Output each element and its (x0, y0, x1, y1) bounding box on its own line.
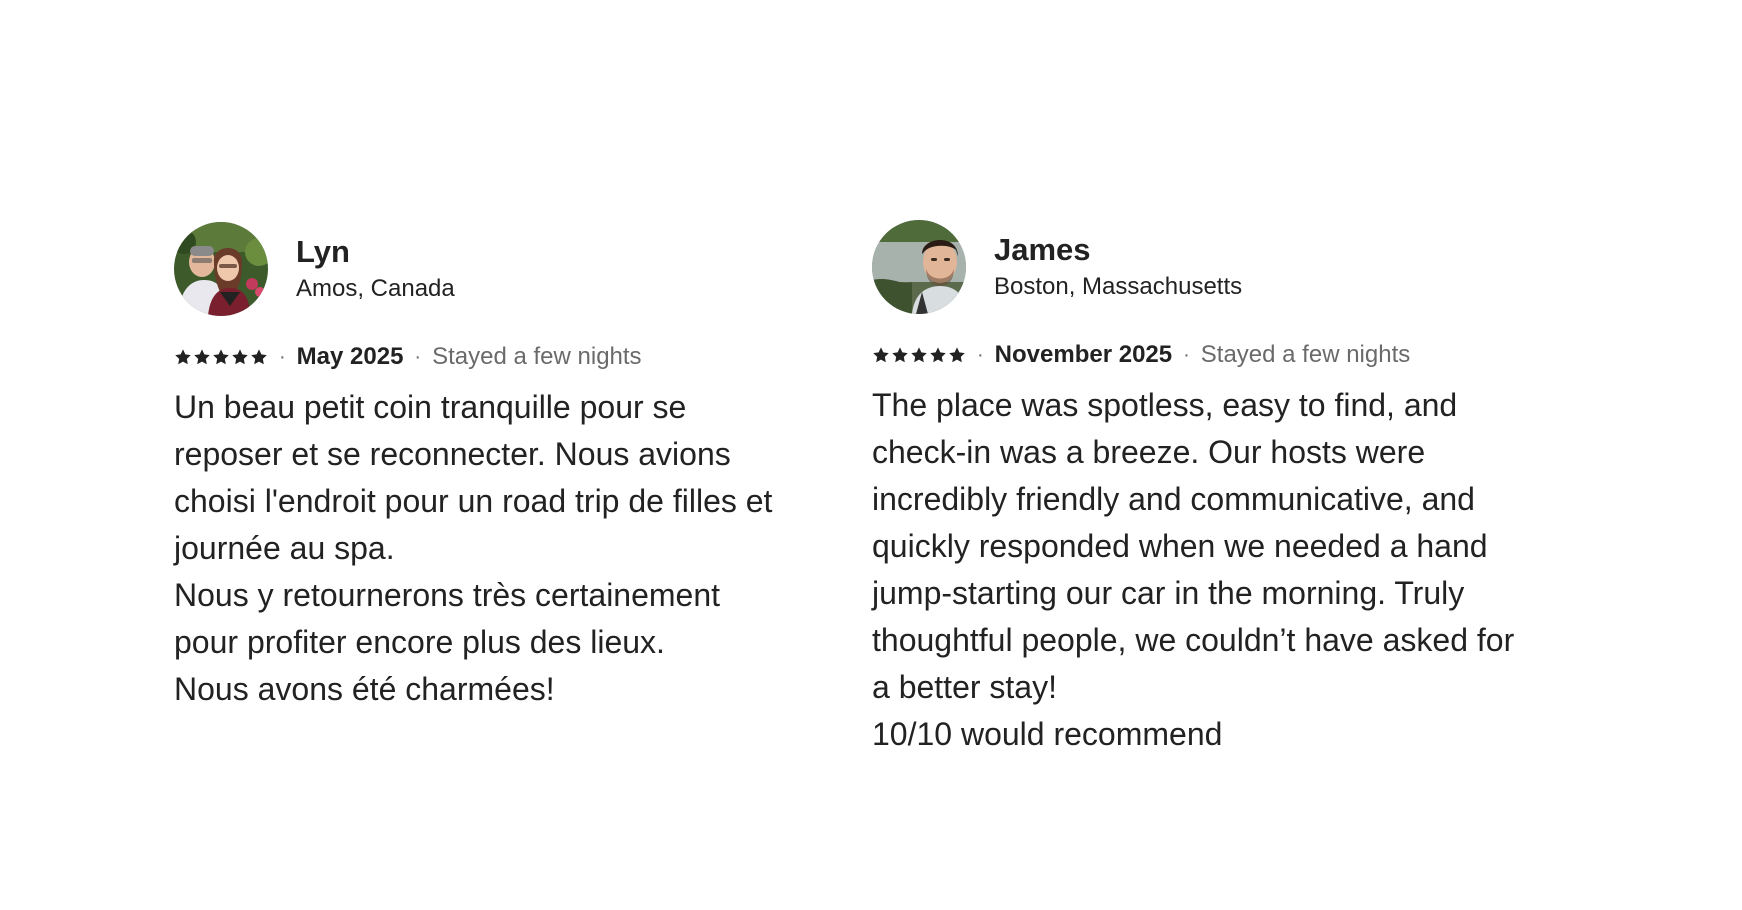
star-icon (930, 347, 946, 363)
separator-dot: · (279, 345, 286, 368)
review-card-james: James Boston, Massachusetts · November 2… (844, 196, 1544, 772)
star-icon (251, 349, 267, 365)
star-icon (194, 349, 210, 365)
star-icon (213, 349, 229, 365)
review-paragraph: Nous y retournerons très certainement po… (174, 577, 721, 660)
star-icon (232, 349, 248, 365)
star-rating (872, 346, 966, 364)
review-text: The place was spotless, easy to find, an… (872, 382, 1516, 758)
review-meta: · November 2025 · Stayed a few nights (872, 338, 1516, 372)
reviewer-header: James Boston, Massachusetts (872, 220, 1516, 314)
reviewer-name: James (994, 232, 1091, 267)
avatar[interactable] (872, 220, 966, 314)
stay-duration: Stayed a few nights (432, 343, 642, 370)
avatar-photo-lyn (174, 222, 268, 316)
separator-dot: · (414, 345, 422, 368)
avatar[interactable] (174, 222, 268, 316)
reviewer-name: Lyn (296, 234, 350, 269)
review-paragraph: Nous avons été charmées! (174, 671, 555, 707)
review-paragraph: Un beau petit coin tranquille pour se re… (174, 389, 773, 566)
reviewer-header: Lyn Amos, Canada (174, 222, 782, 316)
review-meta: · May 2025 · Stayed a few nights (174, 340, 782, 374)
review-paragraph: The place was spotless, easy to find, an… (872, 387, 1515, 705)
avatar-photo-james (872, 220, 966, 314)
review-text: Un beau petit coin tranquille pour se re… (174, 384, 782, 713)
review-paragraph: 10/10 would recommend (872, 716, 1223, 752)
star-rating (174, 348, 268, 366)
reviewer-location: Boston, Massachusetts (994, 273, 1243, 300)
reviewer-location: Amos, Canada (296, 275, 455, 302)
star-icon (873, 347, 889, 363)
star-icon (949, 347, 965, 363)
review-date: May 2025 (296, 343, 404, 370)
star-icon (892, 347, 908, 363)
separator-dot: · (977, 343, 984, 366)
separator-dot: · (1183, 343, 1190, 366)
review-date: November 2025 (994, 341, 1173, 368)
reviews-page: Lyn Amos, Canada · May 2025 · Stayed a f… (0, 0, 1742, 910)
stay-duration: Stayed a few nights (1200, 341, 1411, 368)
star-icon (911, 347, 927, 363)
review-card-lyn: Lyn Amos, Canada · May 2025 · Stayed a f… (146, 198, 810, 710)
star-icon (175, 349, 191, 365)
